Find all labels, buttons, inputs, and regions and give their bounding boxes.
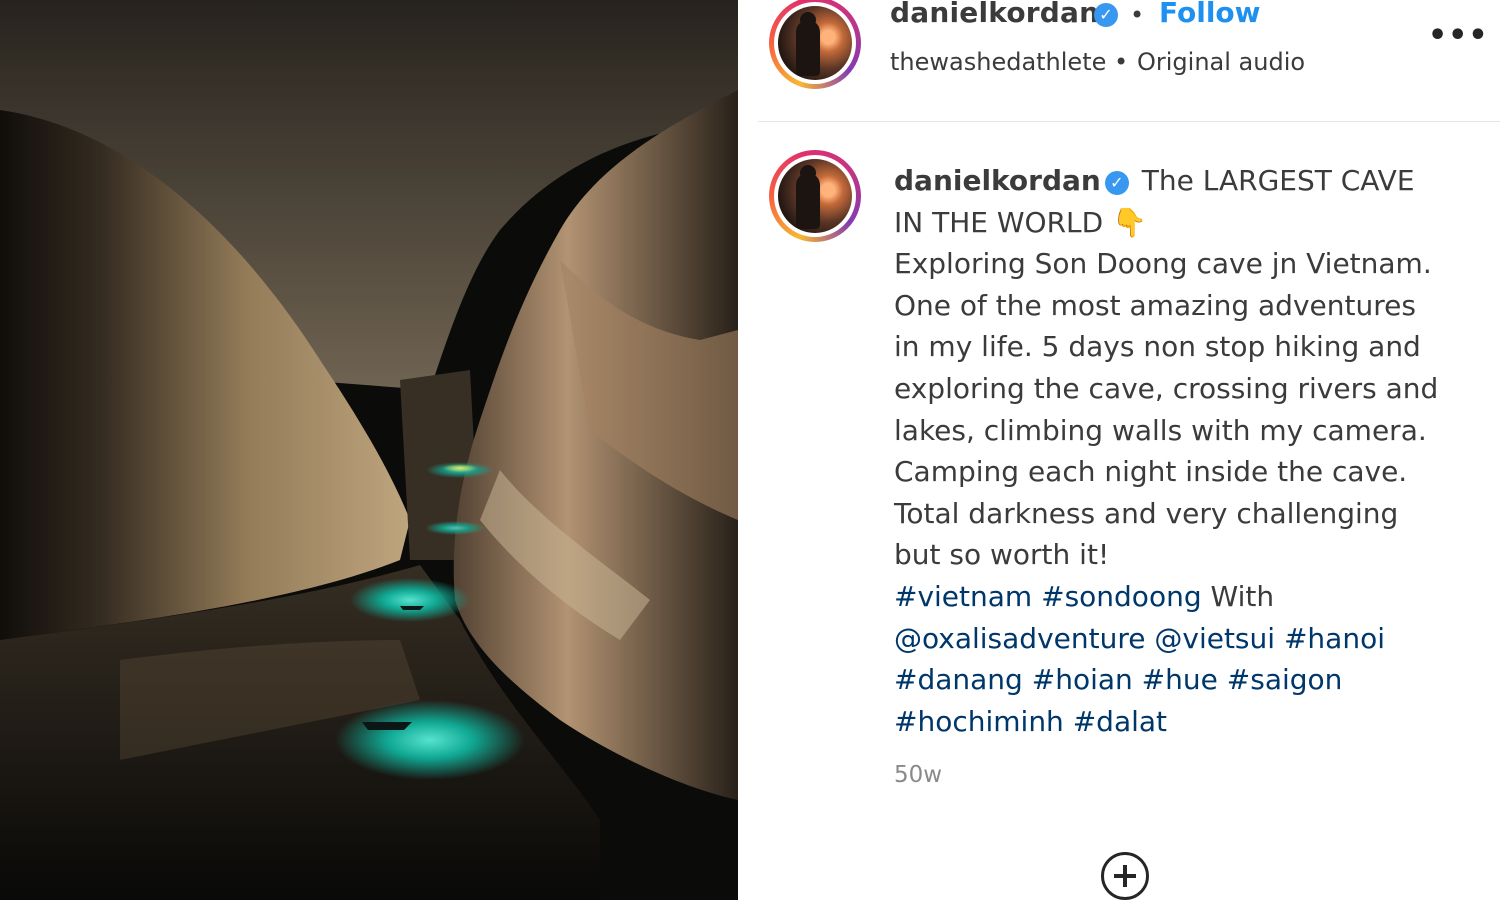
caption-line: Total darkness and very challenging [894,496,1399,530]
caption-author-avatar[interactable] [769,150,861,242]
follow-button[interactable]: Follow [1159,0,1261,29]
caption-tag-link[interactable]: #hanoi [1284,622,1385,655]
caption-tag-link[interactable]: #dalat [1073,705,1167,738]
header-separator: • [1130,1,1145,29]
caption-tag-link[interactable]: #sondoong [1041,580,1201,613]
caption-tag-link[interactable]: #hue [1142,663,1218,696]
caption-line: lakes, climbing walls with my camera. [894,413,1427,447]
caption-tag-link[interactable]: #hoian [1032,663,1133,696]
cave-photo [0,0,738,900]
caption-hashtags-line[interactable]: #hochiminh #dalat [894,701,1474,743]
post-timestamp[interactable]: 50w [894,762,942,788]
caption-tag-link[interactable]: #vietnam [894,580,1032,613]
audio-account[interactable]: thewashedathlete [890,48,1106,76]
post-media[interactable] [0,0,738,900]
caption-tag-link[interactable]: @oxalisadventure [894,622,1145,655]
header-divider [758,121,1500,122]
caption-line: exploring the cave, crossing rivers and [894,371,1439,405]
caption-tag-link[interactable]: @vietsui [1154,622,1275,655]
verified-badge-icon: ✓ [1094,3,1118,27]
caption-line: in my life. 5 days non stop hiking and [894,330,1421,364]
caption-line: Exploring Son Doong cave jn Vietnam. [894,247,1432,281]
author-username[interactable]: danielkordan [890,0,1099,29]
caption-tag-link[interactable]: #hochiminh [894,705,1064,738]
profile-photo [778,159,852,233]
plus-circle-icon[interactable] [1101,852,1149,900]
instagram-post-view: danielkordan ✓ • Follow thewashedathlete… [0,0,1500,900]
profile-photo [778,6,852,80]
caption-username[interactable]: danielkordan [894,164,1101,197]
audio-separator: • [1114,48,1129,76]
more-options-icon[interactable]: ••• [1428,18,1489,53]
caption-tag-link[interactable]: #saigon [1227,663,1343,696]
caption-line: One of the most amazing adventures [894,288,1416,322]
verified-badge-icon: ✓ [1104,171,1129,195]
caption-hashtags-line[interactable]: #vietnam #sondoong With [894,576,1474,618]
original-audio-link[interactable]: Original audio [1137,48,1305,76]
author-avatar[interactable] [769,0,861,89]
caption-hashtags-line[interactable]: #danang #hoian #hue #saigon [894,659,1474,701]
caption-tag-link[interactable]: #danang [894,663,1023,696]
caption-line: but so worth it! [894,538,1110,572]
caption-line: IN THE WORLD 👇 [894,205,1147,239]
caption-mentions-line[interactable]: @oxalisadventure @vietsui #hanoi [894,618,1474,660]
post-caption: danielkordan ✓ The LARGEST CAVE IN THE WO… [894,160,1474,742]
caption-line: Camping each night inside the cave. [894,455,1408,489]
caption-line: The LARGEST CAVE [1141,164,1415,197]
